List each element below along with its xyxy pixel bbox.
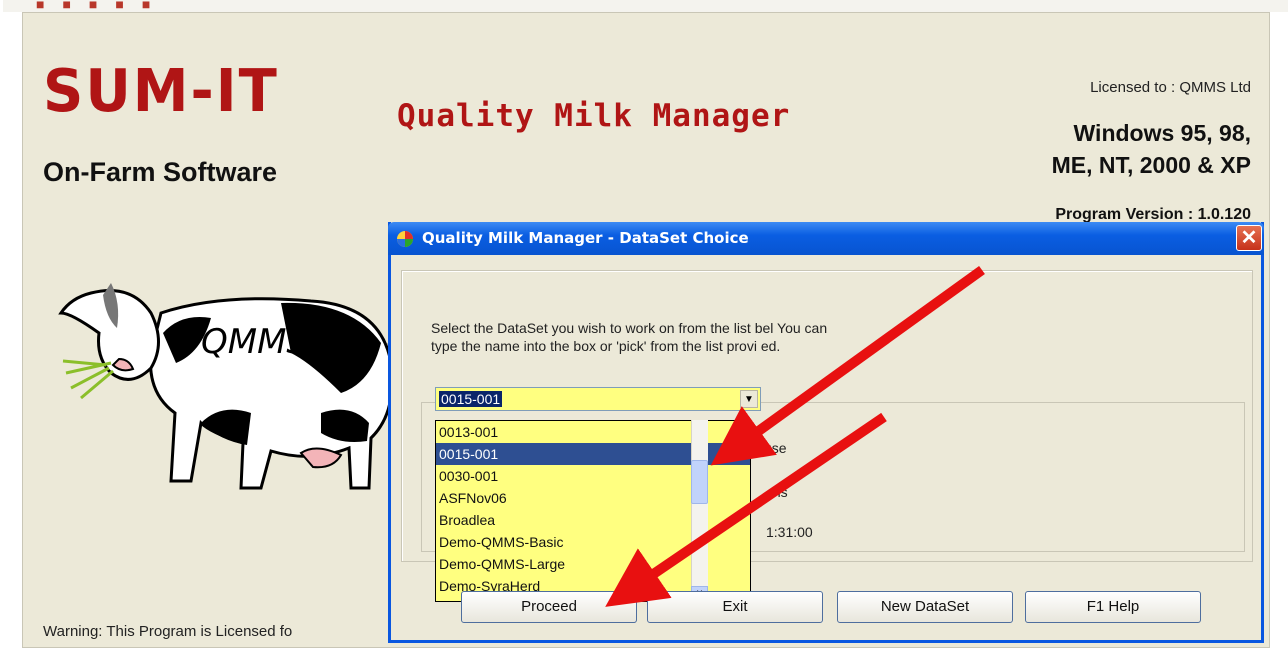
partial-text-2: ms xyxy=(769,484,788,500)
dialog-title: Quality Milk Manager - DataSet Choice xyxy=(422,229,749,247)
new-dataset-button[interactable]: New DataSet xyxy=(837,591,1013,623)
cow-label: QMMS xyxy=(201,322,308,362)
help-button[interactable]: F1 Help xyxy=(1025,591,1201,623)
supported-os: Windows 95, 98, ME, NT, 2000 & XP xyxy=(1052,117,1251,181)
dialog-titlebar[interactable]: Quality Milk Manager - DataSet Choice ✕ xyxy=(388,222,1264,255)
dataset-choice-dialog: Quality Milk Manager - DataSet Choice ✕ … xyxy=(388,222,1264,643)
os-line-2: ME, NT, 2000 & XP xyxy=(1051,152,1251,178)
instruction-text: Select the DataSet you wish to work on f… xyxy=(431,319,1031,355)
combo-value[interactable]: 0015-001 xyxy=(439,391,503,407)
os-line-1: Windows 95, 98, xyxy=(1073,120,1251,146)
dataset-combobox[interactable]: 0015-001 ▼ xyxy=(435,387,761,411)
truncated-header-marks: ■■■■■ xyxy=(36,0,169,12)
product-title: Quality Milk Manager xyxy=(397,98,791,134)
exit-button[interactable]: Exit xyxy=(647,591,823,623)
proceed-button[interactable]: Proceed xyxy=(461,591,637,623)
license-warning: Warning: This Program is Licensed fo xyxy=(43,623,293,640)
partial-text-3: 1:31:00 xyxy=(766,524,813,540)
left-edge xyxy=(0,0,3,659)
combo-dropdown-arrow[interactable]: ▼ xyxy=(740,390,758,408)
cow-illustration: QMMS xyxy=(58,283,400,490)
app-icon xyxy=(397,231,413,247)
brand-subtitle: On-Farm Software xyxy=(43,157,278,187)
scrollbar-thumb[interactable] xyxy=(691,460,708,504)
top-background-strip: ■■■■■ xyxy=(0,0,1288,12)
instruction-line-2: type the name into the box or 'pick' fro… xyxy=(431,338,781,354)
brand-logo: SUM-IT xyxy=(43,57,279,126)
instruction-line-1: Select the DataSet you wish to work on f… xyxy=(431,320,828,336)
list-scrollbar[interactable] xyxy=(691,420,708,602)
license-text: Licensed to : QMMS Ltd xyxy=(1090,79,1251,96)
partial-text-1: use xyxy=(764,440,787,456)
close-button[interactable]: ✕ xyxy=(1236,225,1262,251)
